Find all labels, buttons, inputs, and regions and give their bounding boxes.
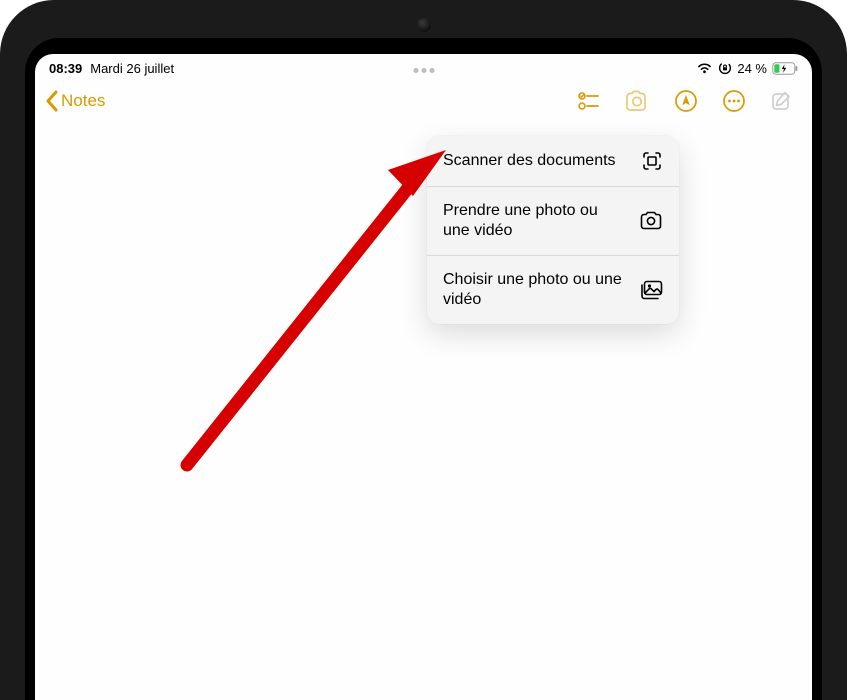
device-frame: 08:39 Mardi 26 juillet 24 % xyxy=(0,0,847,700)
front-camera xyxy=(417,18,431,32)
popover-item-label: Choisir une photo ou une vidéo xyxy=(443,270,623,310)
photo-library-icon xyxy=(639,280,663,300)
battery-percent: 24 % xyxy=(737,61,767,76)
back-label: Notes xyxy=(61,91,105,111)
camera-outline-icon xyxy=(639,211,663,231)
markup-icon[interactable] xyxy=(674,89,698,113)
screen: 08:39 Mardi 26 juillet 24 % xyxy=(35,54,812,700)
device-inner: 08:39 Mardi 26 juillet 24 % xyxy=(25,38,822,700)
wifi-icon xyxy=(696,62,713,74)
back-button[interactable]: Notes xyxy=(45,90,105,112)
annotation-arrow xyxy=(151,150,451,480)
popover-item-label: Scanner des documents xyxy=(443,151,625,171)
popover-item-take-photo[interactable]: Prendre une photo ou une vidéo xyxy=(427,187,679,256)
more-icon[interactable] xyxy=(722,89,746,113)
status-right: 24 % xyxy=(696,61,798,76)
orientation-lock-icon xyxy=(718,61,732,75)
multitask-dots[interactable] xyxy=(413,68,434,73)
status-time: 08:39 xyxy=(49,61,82,76)
battery-icon xyxy=(772,62,798,75)
scan-document-icon xyxy=(641,150,663,172)
popover-item-scan[interactable]: Scanner des documents xyxy=(427,136,679,187)
status-date: Mardi 26 juillet xyxy=(90,61,174,76)
popover-item-label: Prendre une photo ou une vidéo xyxy=(443,201,623,241)
compose-icon[interactable] xyxy=(770,89,794,113)
nav-right xyxy=(578,89,794,113)
nav-bar: Notes xyxy=(35,78,812,124)
status-left: 08:39 Mardi 26 juillet xyxy=(49,61,174,76)
chevron-left-icon xyxy=(45,90,59,112)
status-bar: 08:39 Mardi 26 juillet 24 % xyxy=(35,54,812,78)
camera-icon[interactable] xyxy=(624,90,650,112)
popover-item-choose-photo[interactable]: Choisir une photo ou une vidéo xyxy=(427,256,679,324)
checklist-icon[interactable] xyxy=(578,91,600,111)
camera-popover: Scanner des documents Prendre une photo … xyxy=(427,136,679,324)
